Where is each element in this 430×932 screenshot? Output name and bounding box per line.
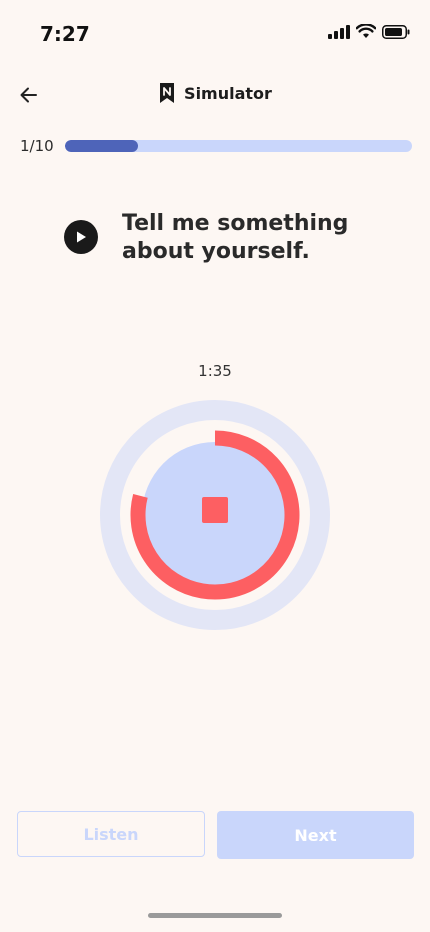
wifi-icon [356,24,376,38]
progress-count: 1/10 [20,137,54,155]
listen-button[interactable]: Listen [17,811,205,857]
play-icon [77,231,86,243]
page-title: Simulator [184,83,272,103]
status-bar: 7:27 [0,0,430,70]
status-icons [328,24,410,39]
home-indicator [148,913,282,918]
bookmark-logo-icon [160,83,175,103]
record-button[interactable] [100,400,330,630]
signal-icon [328,24,350,39]
progress-fill [65,140,138,152]
next-button[interactable]: Next [217,811,414,859]
question-text: Tell me something about yourself. [122,211,349,264]
question-row: Tell me something about yourself. [64,210,390,266]
status-time: 7:27 [40,22,90,46]
action-buttons: Listen Next [17,811,414,859]
play-question-button[interactable] [64,220,98,254]
header: Simulator [0,70,430,118]
stop-icon [202,497,228,523]
recording-timer: 1:35 [198,362,232,380]
battery-icon [382,24,410,39]
header-title-group: Simulator [0,82,430,104]
progress-track [65,140,412,152]
question-progress: 1/10 [20,136,412,156]
